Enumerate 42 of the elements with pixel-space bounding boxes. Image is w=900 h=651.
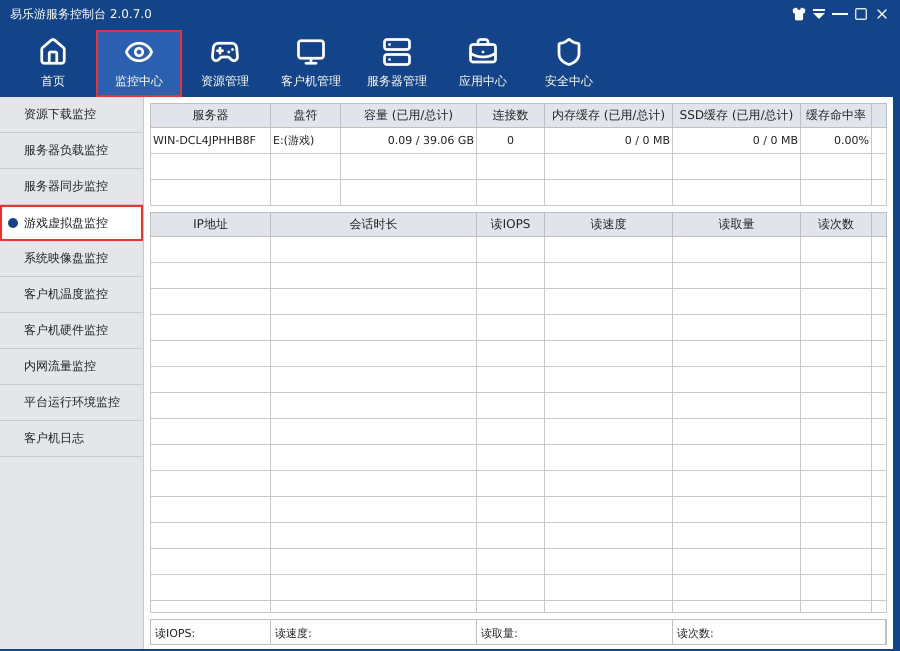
stat-label: 读取量: <box>477 620 673 644</box>
nav-tab[interactable]: 应用中心 <box>440 30 526 97</box>
column-header: 读次数 <box>800 212 872 236</box>
column-header: 服务器 <box>150 104 270 128</box>
column-header: 内存缓存 (已用/总计) <box>544 104 672 128</box>
stat-label: 读速度: <box>271 620 477 644</box>
window-title: 易乐游服务控制台 2.0.7.0 <box>10 6 153 22</box>
column-header: 会话时长 <box>270 212 476 236</box>
nav-tab[interactable]: 监控中心 <box>96 30 182 97</box>
minimize-icon <box>832 13 848 15</box>
table-cell: E:(游戏) <box>270 128 340 154</box>
table-cell: 0.00% <box>800 128 872 154</box>
nav-tab[interactable]: 安全中心 <box>526 30 612 97</box>
maximize-icon <box>854 7 868 21</box>
table-cell: 0 / 0 MB <box>672 128 800 154</box>
column-header: 容量 (已用/总计) <box>340 104 476 128</box>
column-header: 盘符 <box>270 104 340 128</box>
nav-tab[interactable]: 资源管理 <box>182 30 268 97</box>
table-cell: 0 / 0 MB <box>544 128 672 154</box>
table-cell: 0 <box>476 128 544 154</box>
shirt-icon <box>792 7 806 21</box>
nav-tab[interactable]: 服务器管理 <box>354 30 440 97</box>
column-header: SSD缓存 (已用/总计) <box>672 104 800 128</box>
nav-tab[interactable]: 客户机管理 <box>268 30 354 97</box>
minimize-button[interactable] <box>829 13 851 15</box>
table-cell: 0.09 / 39.06 GB <box>340 128 476 154</box>
server-icon <box>382 37 412 67</box>
column-header: 缓存命中率 <box>800 104 872 128</box>
column-header: 读速度 <box>544 212 672 236</box>
nav-tab[interactable]: 首页 <box>10 30 96 97</box>
column-header: IP地址 <box>150 212 270 236</box>
sidebar-item[interactable]: 游戏虚拟盘监控 <box>0 205 143 241</box>
stat-label: 读次数: <box>673 620 886 644</box>
stat-label: 读IOPS: <box>151 620 271 644</box>
column-header: 读取量 <box>672 212 800 236</box>
table-cell: WIN-DCL4JPHHB8F <box>150 128 270 154</box>
monitor-icon <box>296 37 326 67</box>
column-header: 读IOPS <box>476 212 544 236</box>
selected-dot <box>8 218 18 228</box>
house-icon <box>38 37 68 67</box>
column-header: 连接数 <box>476 104 544 128</box>
dropdown-icon <box>812 7 826 21</box>
